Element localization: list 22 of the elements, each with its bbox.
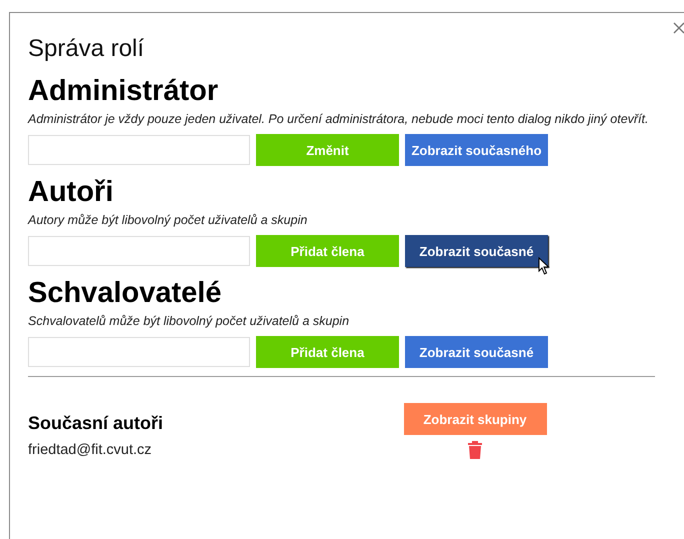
dialog-title: Správa rolí bbox=[28, 34, 146, 64]
add-button[interactable]: Přidat člena bbox=[256, 235, 399, 267]
show-button[interactable]: Zobrazit současné bbox=[405, 336, 548, 368]
trash-icon[interactable] bbox=[467, 440, 483, 460]
add-button[interactable]: Změnit bbox=[256, 134, 399, 166]
cursor-icon bbox=[538, 257, 550, 275]
show-button[interactable]: Zobrazit současného bbox=[405, 134, 548, 166]
show-groups-button[interactable]: Zobrazit skupiny bbox=[404, 403, 546, 435]
section-description: Schvalovatelů může být libovolný počet uživatelů a skupin bbox=[28, 313, 350, 330]
section-heading: Administrátor bbox=[28, 75, 220, 107]
section-description: Administrátor je vždy pouze jeden uživatel. Po určení administrátora, nebude moci tento dialog nikdo jiný otevřít. bbox=[28, 111, 650, 128]
section-description: Autory může být libovolný počet uživatelů a skupin bbox=[28, 212, 308, 229]
input-field[interactable] bbox=[28, 236, 250, 266]
input-field[interactable] bbox=[28, 135, 250, 165]
close-icon[interactable] bbox=[673, 22, 684, 34]
add-button[interactable]: Přidat člena bbox=[256, 336, 399, 368]
current-heading: Současní autoři bbox=[28, 413, 164, 434]
input-field[interactable] bbox=[28, 337, 250, 367]
section-heading: Schvalovatelé bbox=[28, 277, 222, 309]
member-email: friedtad@fit.cvut.cz bbox=[28, 442, 153, 458]
show-button[interactable]: Zobrazit současné bbox=[405, 235, 548, 267]
section-heading: Autoři bbox=[28, 176, 114, 208]
